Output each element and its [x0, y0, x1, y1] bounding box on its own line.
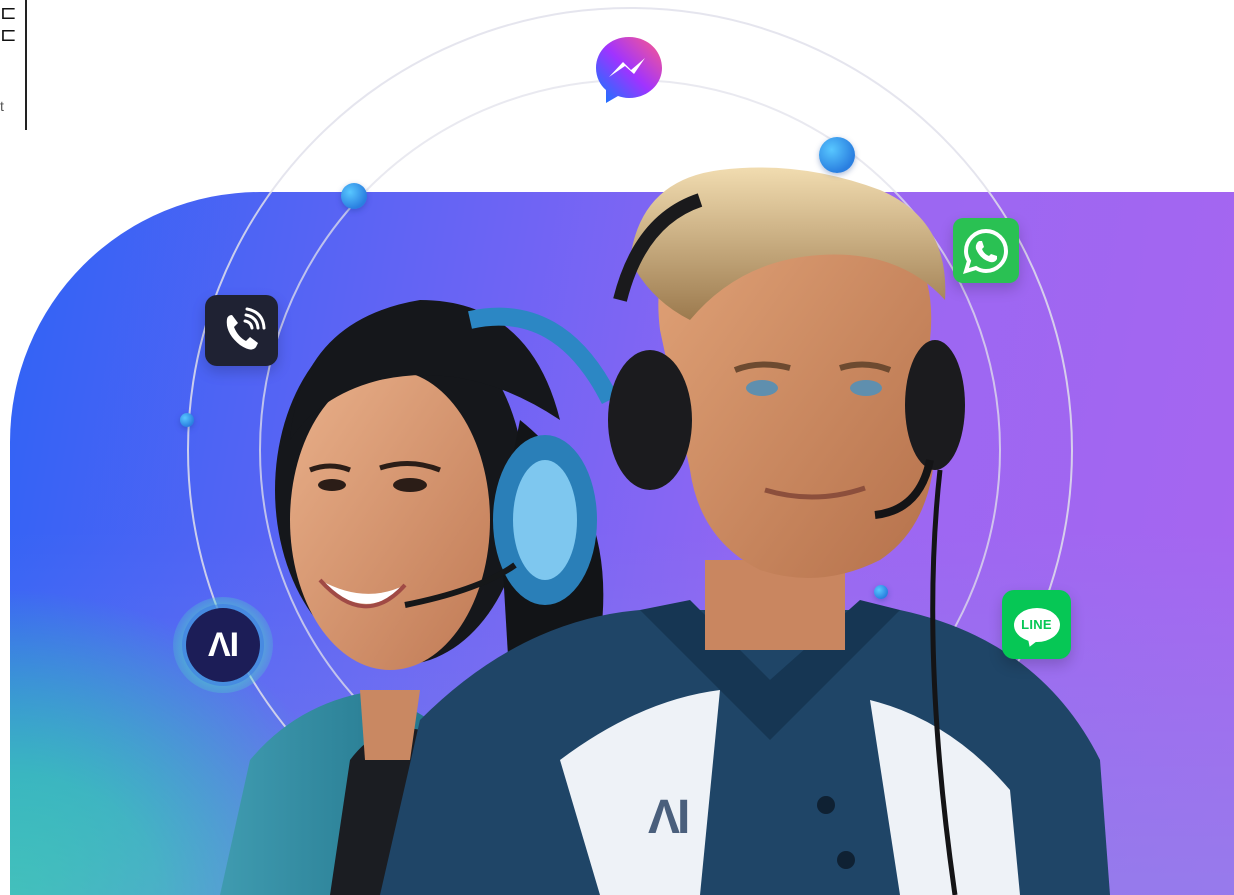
line-icon: LINE — [1002, 590, 1071, 659]
ai-label: ΛI — [207, 625, 239, 664]
orbit-dot — [819, 137, 855, 173]
shirt-ai-logo: ΛI — [648, 791, 690, 844]
phone-call-icon — [205, 295, 278, 366]
hero-illustration: ⊏ ⊏ t ΛI LINE ΛI — [0, 0, 1234, 895]
line-bubble: LINE — [1013, 607, 1060, 642]
line-label: LINE — [1021, 617, 1052, 632]
agents-illustration — [220, 167, 1110, 895]
whatsapp-icon — [953, 218, 1019, 283]
ai-icon: ΛI — [173, 597, 273, 693]
orbit-dot — [180, 413, 194, 427]
orbit-dot — [341, 183, 367, 209]
ai-badge-core: ΛI — [186, 608, 260, 682]
messenger-icon — [594, 35, 664, 105]
orbit-dot — [874, 585, 888, 599]
